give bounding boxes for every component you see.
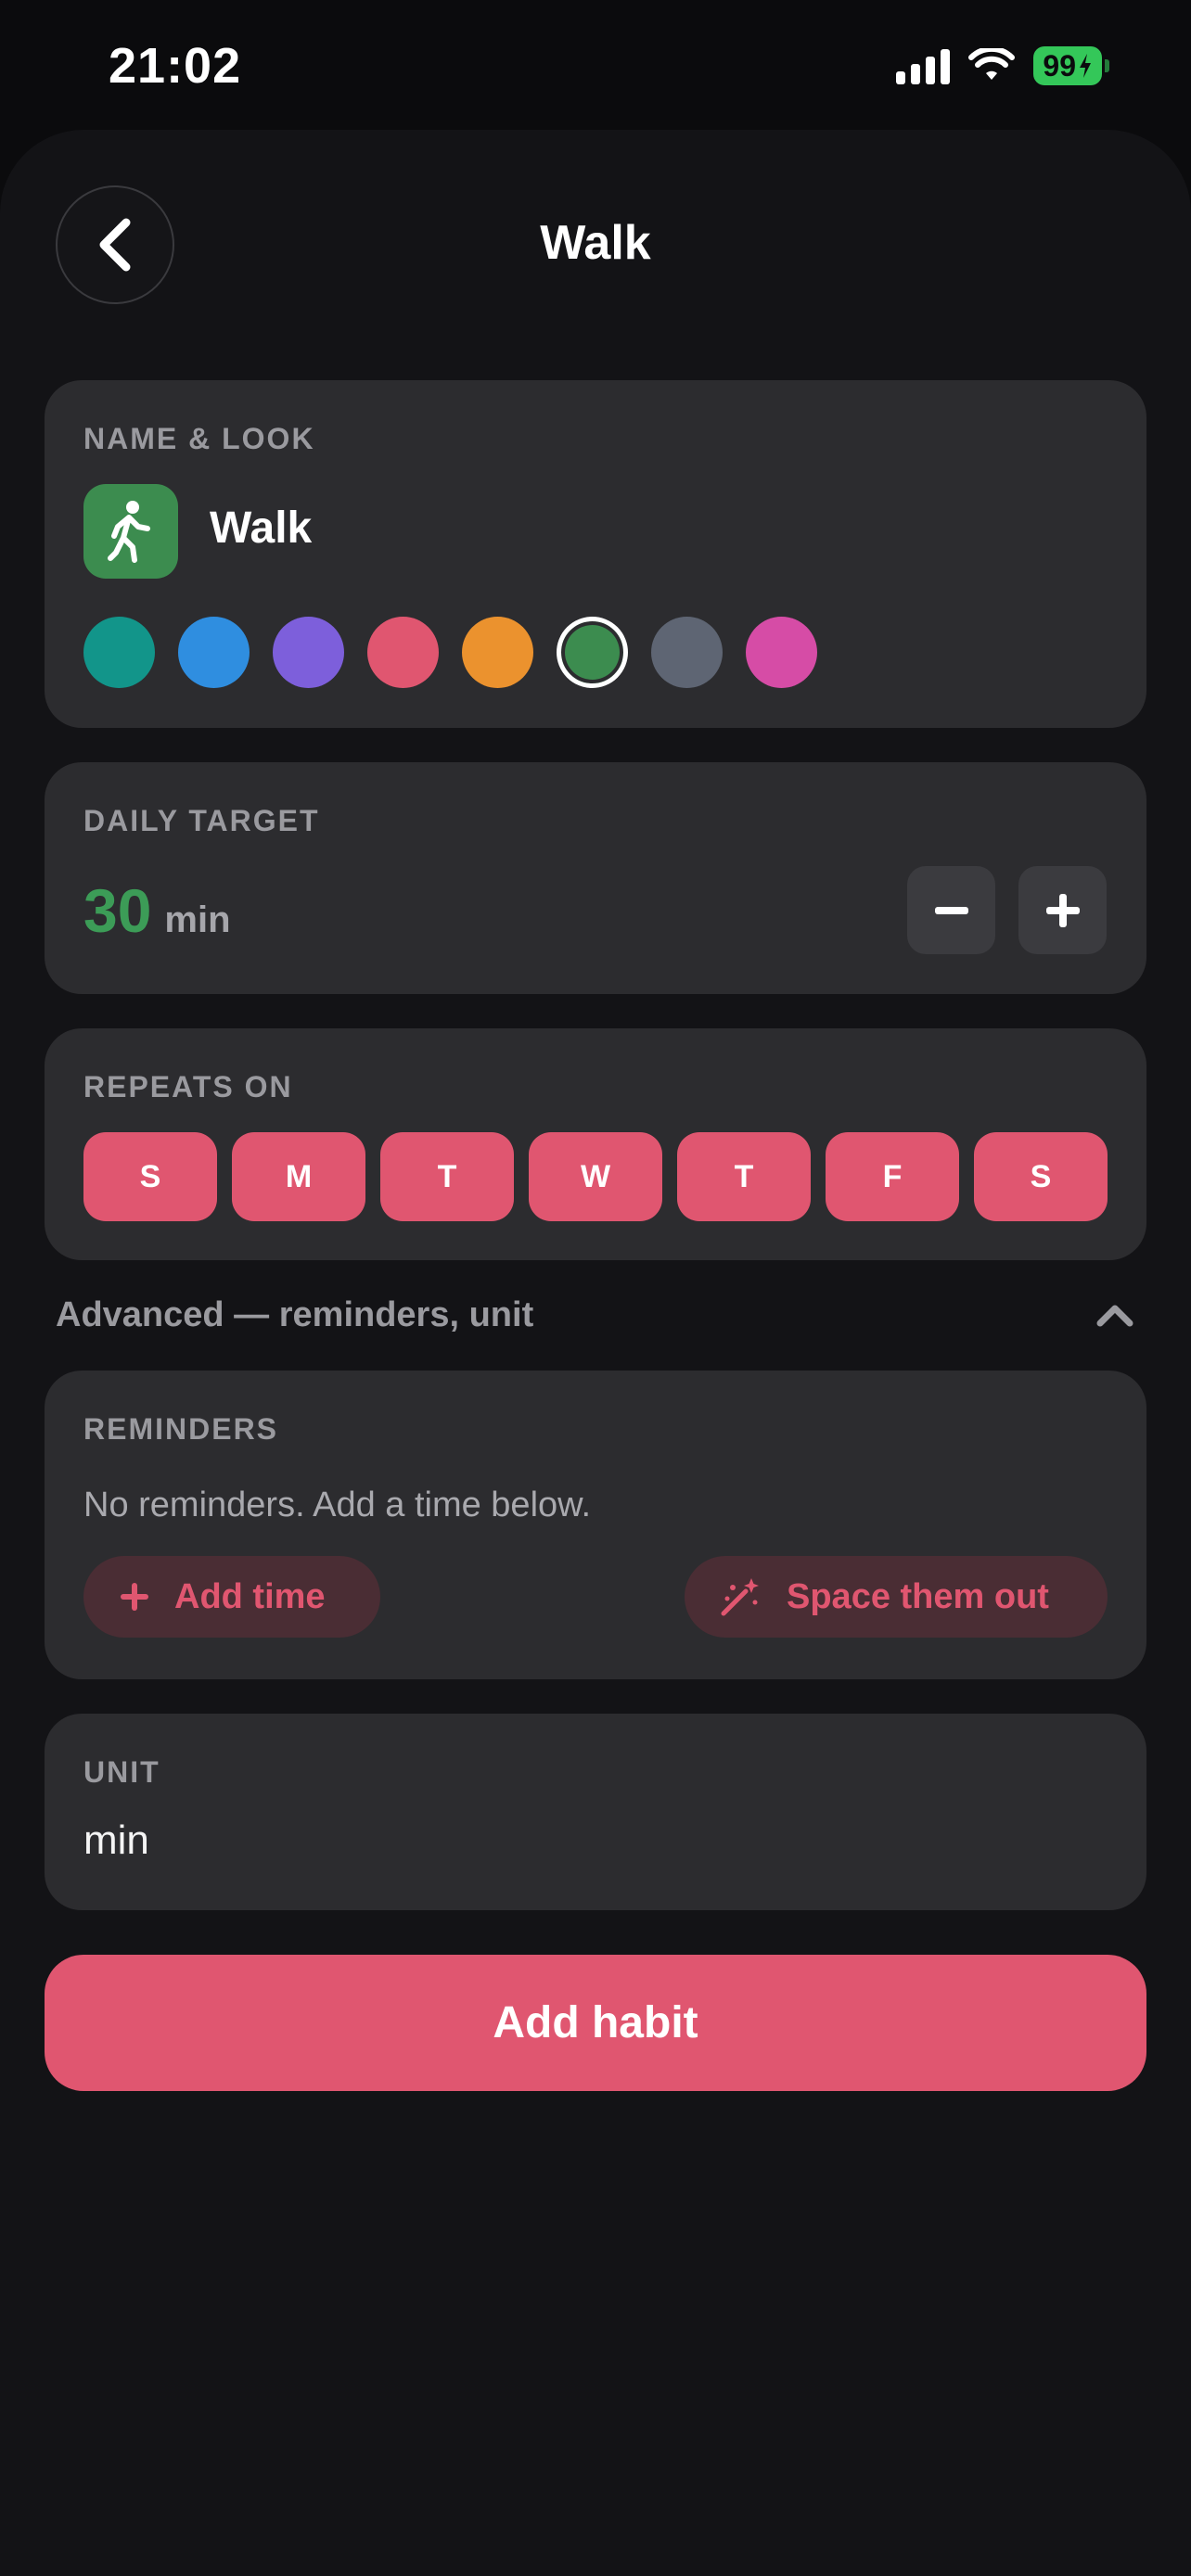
- add-time-button[interactable]: Add time: [83, 1556, 380, 1638]
- charging-bolt-icon: [1080, 54, 1091, 78]
- day-selector: SMTWTFS: [83, 1132, 1108, 1221]
- status-icons: 99: [896, 46, 1109, 85]
- color-swatch[interactable]: [83, 617, 155, 688]
- color-swatch[interactable]: [557, 617, 628, 688]
- increment-button[interactable]: [1018, 866, 1107, 954]
- section-label-name-look: NAME & LOOK: [83, 422, 315, 455]
- daily-target-card: DAILY TARGET 30 min: [45, 762, 1146, 994]
- day-toggle[interactable]: F: [826, 1132, 959, 1221]
- add-habit-button[interactable]: Add habit: [45, 1955, 1146, 2091]
- plus-icon: [121, 1583, 148, 1611]
- unit-field[interactable]: min: [83, 1817, 149, 1864]
- wifi-icon: [968, 48, 1016, 80]
- color-swatch[interactable]: [367, 617, 439, 688]
- target-number: 30: [83, 876, 152, 945]
- habit-name-field[interactable]: Walk: [210, 503, 312, 554]
- name-look-card: NAME & LOOK Walk: [45, 380, 1146, 728]
- day-toggle[interactable]: S: [974, 1132, 1108, 1221]
- day-toggle[interactable]: M: [232, 1132, 365, 1221]
- color-swatch-row: [83, 617, 817, 688]
- habit-editor-sheet: Walk NAME & LOOK Walk DAILY TARGET 30 mi…: [0, 130, 1191, 2576]
- color-swatch[interactable]: [651, 617, 723, 688]
- day-toggle[interactable]: T: [380, 1132, 514, 1221]
- section-label-daily-target: DAILY TARGET: [83, 804, 320, 837]
- minus-icon: [934, 906, 968, 914]
- reminders-card: REMINDERS No reminders. Add a time below…: [45, 1371, 1146, 1679]
- day-toggle[interactable]: T: [677, 1132, 811, 1221]
- section-label-unit: UNIT: [83, 1755, 160, 1789]
- color-swatch[interactable]: [178, 617, 250, 688]
- color-swatch[interactable]: [273, 617, 344, 688]
- battery-indicator: 99: [1033, 46, 1109, 85]
- decrement-button[interactable]: [907, 866, 995, 954]
- target-unit: min: [164, 899, 231, 940]
- habit-icon-button[interactable]: [83, 484, 178, 579]
- magic-wand-icon: [721, 1578, 759, 1616]
- space-them-out-button[interactable]: Space them out: [685, 1556, 1108, 1638]
- day-toggle[interactable]: S: [83, 1132, 217, 1221]
- page-title: Walk: [540, 216, 651, 270]
- chevron-up-icon: [1096, 1305, 1133, 1327]
- status-time: 21:02: [109, 38, 242, 94]
- plus-icon: [1045, 893, 1080, 927]
- space-them-out-label: Space them out: [787, 1576, 1049, 1616]
- color-swatch[interactable]: [462, 617, 533, 688]
- cellular-signal-icon: [896, 47, 951, 84]
- walking-person-icon: [108, 501, 150, 563]
- repeats-card: REPEATS ON SMTWTFS: [45, 1028, 1146, 1260]
- unit-card[interactable]: UNIT min: [45, 1714, 1146, 1910]
- battery-level: 99: [1043, 49, 1076, 83]
- section-label-repeats: REPEATS ON: [83, 1070, 293, 1103]
- advanced-label: Advanced — reminders, unit: [56, 1294, 534, 1334]
- section-label-reminders: REMINDERS: [83, 1412, 279, 1446]
- advanced-toggle[interactable]: Advanced — reminders, unit: [56, 1287, 1135, 1343]
- reminders-empty-text: No reminders. Add a time below.: [83, 1486, 592, 1524]
- add-time-label: Add time: [174, 1576, 326, 1616]
- status-bar: 21:02 99: [0, 0, 1191, 130]
- day-toggle[interactable]: W: [529, 1132, 662, 1221]
- target-value: 30 min: [83, 875, 231, 946]
- color-swatch[interactable]: [746, 617, 817, 688]
